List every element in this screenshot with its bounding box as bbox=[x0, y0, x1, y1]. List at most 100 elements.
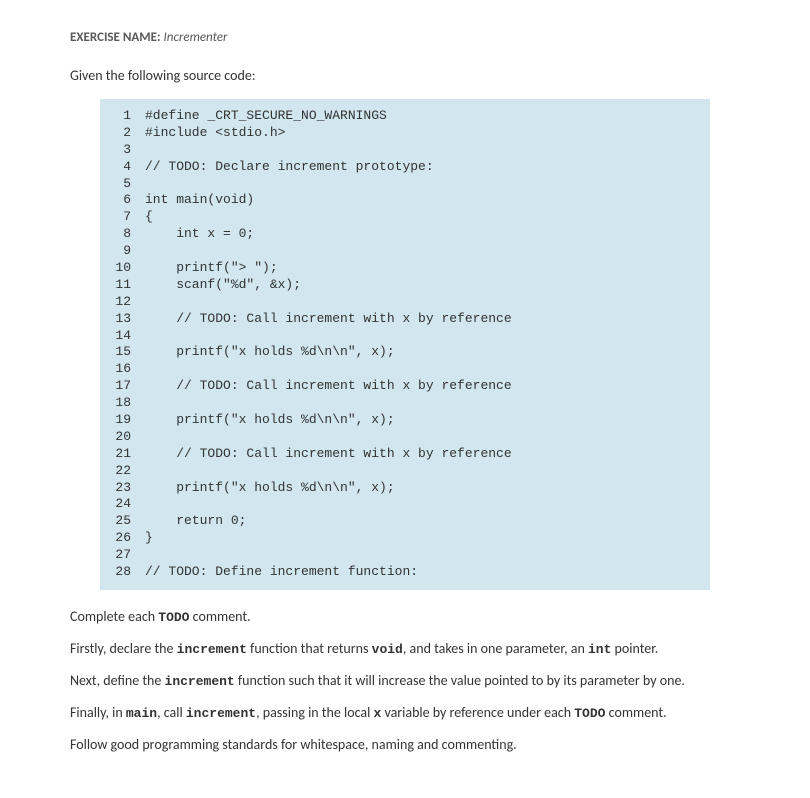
code-line: 20 bbox=[101, 429, 709, 446]
keyword-increment: increment bbox=[165, 674, 235, 689]
code-line: 6int main(void) bbox=[101, 192, 709, 209]
text: Complete each bbox=[70, 608, 158, 625]
code-line: 9 bbox=[101, 243, 709, 260]
code-line: 11 scanf("%d", &x); bbox=[101, 277, 709, 294]
line-content: printf("x holds %d\n\n", x); bbox=[145, 412, 395, 429]
line-number: 8 bbox=[101, 226, 145, 243]
text: comment. bbox=[605, 704, 666, 721]
code-line: 2#include <stdio.h> bbox=[101, 125, 709, 142]
line-number: 10 bbox=[101, 260, 145, 277]
line-content: // TODO: Declare increment prototype: bbox=[145, 159, 434, 176]
text: function that returns bbox=[247, 640, 372, 657]
line-number: 5 bbox=[101, 176, 145, 193]
line-content: #define _CRT_SECURE_NO_WARNINGS bbox=[145, 108, 387, 125]
line-content: return 0; bbox=[145, 513, 246, 530]
text: , passing in the local bbox=[256, 704, 373, 721]
code-line: 10 printf("> "); bbox=[101, 260, 709, 277]
code-line: 8 int x = 0; bbox=[101, 226, 709, 243]
code-line: 19 printf("x holds %d\n\n", x); bbox=[101, 412, 709, 429]
source-code-block: 1#define _CRT_SECURE_NO_WARNINGS2#includ… bbox=[100, 99, 710, 590]
instruction-paragraph-3: Next, define the increment function such… bbox=[70, 672, 740, 689]
code-line: 27 bbox=[101, 547, 709, 564]
code-line: 25 return 0; bbox=[101, 513, 709, 530]
intro-text: Given the following source code: bbox=[70, 67, 740, 84]
keyword-todo: TODO bbox=[574, 706, 605, 721]
code-line: 21 // TODO: Call increment with x by ref… bbox=[101, 446, 709, 463]
exercise-header: EXERCISE NAME: Incrementer bbox=[70, 30, 740, 45]
line-number: 20 bbox=[101, 429, 145, 446]
line-number: 25 bbox=[101, 513, 145, 530]
code-line: 13 // TODO: Call increment with x by ref… bbox=[101, 311, 709, 328]
line-number: 18 bbox=[101, 395, 145, 412]
line-number: 24 bbox=[101, 496, 145, 513]
line-number: 14 bbox=[101, 328, 145, 345]
line-content: int main(void) bbox=[145, 192, 254, 209]
line-number: 16 bbox=[101, 361, 145, 378]
line-number: 2 bbox=[101, 125, 145, 142]
text: Next, define the bbox=[70, 672, 165, 689]
text: , call bbox=[157, 704, 186, 721]
line-content: printf("x holds %d\n\n", x); bbox=[145, 480, 395, 497]
line-number: 28 bbox=[101, 564, 145, 581]
line-number: 4 bbox=[101, 159, 145, 176]
line-number: 3 bbox=[101, 142, 145, 159]
instruction-paragraph-1: Complete each TODO comment. bbox=[70, 608, 740, 625]
text: comment. bbox=[190, 608, 251, 625]
code-line: 14 bbox=[101, 328, 709, 345]
line-content: } bbox=[145, 530, 153, 547]
line-content: printf("> "); bbox=[145, 260, 278, 277]
line-content: int x = 0; bbox=[145, 226, 254, 243]
instruction-paragraph-2: Firstly, declare the increment function … bbox=[70, 640, 740, 657]
line-number: 6 bbox=[101, 192, 145, 209]
line-number: 15 bbox=[101, 344, 145, 361]
code-line: 1#define _CRT_SECURE_NO_WARNINGS bbox=[101, 108, 709, 125]
text: variable by reference under each bbox=[381, 704, 574, 721]
line-content: // TODO: Call increment with x by refere… bbox=[145, 446, 512, 463]
code-line: 23 printf("x holds %d\n\n", x); bbox=[101, 480, 709, 497]
line-number: 17 bbox=[101, 378, 145, 395]
code-line: 26} bbox=[101, 530, 709, 547]
line-content: // TODO: Call increment with x by refere… bbox=[145, 311, 512, 328]
text: pointer. bbox=[611, 640, 658, 657]
code-line: 3 bbox=[101, 142, 709, 159]
line-content: { bbox=[145, 209, 153, 226]
keyword-main: main bbox=[126, 706, 157, 721]
keyword-void: void bbox=[372, 642, 403, 657]
line-content: scanf("%d", &x); bbox=[145, 277, 301, 294]
text: Finally, in bbox=[70, 704, 126, 721]
line-number: 19 bbox=[101, 412, 145, 429]
line-number: 7 bbox=[101, 209, 145, 226]
line-number: 23 bbox=[101, 480, 145, 497]
code-line: 16 bbox=[101, 361, 709, 378]
keyword-increment: increment bbox=[177, 642, 247, 657]
text: function such that it will increase the … bbox=[235, 672, 685, 689]
line-number: 21 bbox=[101, 446, 145, 463]
instruction-paragraph-4: Finally, in main, call increment, passin… bbox=[70, 704, 740, 721]
line-content: // TODO: Define increment function: bbox=[145, 564, 418, 581]
line-number: 9 bbox=[101, 243, 145, 260]
text: , and takes in one parameter, an bbox=[403, 640, 588, 657]
line-number: 1 bbox=[101, 108, 145, 125]
line-number: 27 bbox=[101, 547, 145, 564]
code-line: 4// TODO: Declare increment prototype: bbox=[101, 159, 709, 176]
text: Firstly, declare the bbox=[70, 640, 177, 657]
code-line: 7{ bbox=[101, 209, 709, 226]
line-number: 11 bbox=[101, 277, 145, 294]
code-line: 22 bbox=[101, 463, 709, 480]
line-number: 26 bbox=[101, 530, 145, 547]
keyword-int: int bbox=[588, 642, 611, 657]
keyword-todo: TODO bbox=[158, 610, 189, 625]
code-line: 28// TODO: Define increment function: bbox=[101, 564, 709, 581]
line-number: 22 bbox=[101, 463, 145, 480]
keyword-increment: increment bbox=[186, 706, 256, 721]
line-content: #include <stdio.h> bbox=[145, 125, 285, 142]
line-content: // TODO: Call increment with x by refere… bbox=[145, 378, 512, 395]
code-line: 18 bbox=[101, 395, 709, 412]
line-number: 13 bbox=[101, 311, 145, 328]
code-line: 24 bbox=[101, 496, 709, 513]
line-content: printf("x holds %d\n\n", x); bbox=[145, 344, 395, 361]
code-line: 17 // TODO: Call increment with x by ref… bbox=[101, 378, 709, 395]
code-line: 12 bbox=[101, 294, 709, 311]
exercise-name: Incrementer bbox=[164, 30, 228, 45]
line-number: 12 bbox=[101, 294, 145, 311]
